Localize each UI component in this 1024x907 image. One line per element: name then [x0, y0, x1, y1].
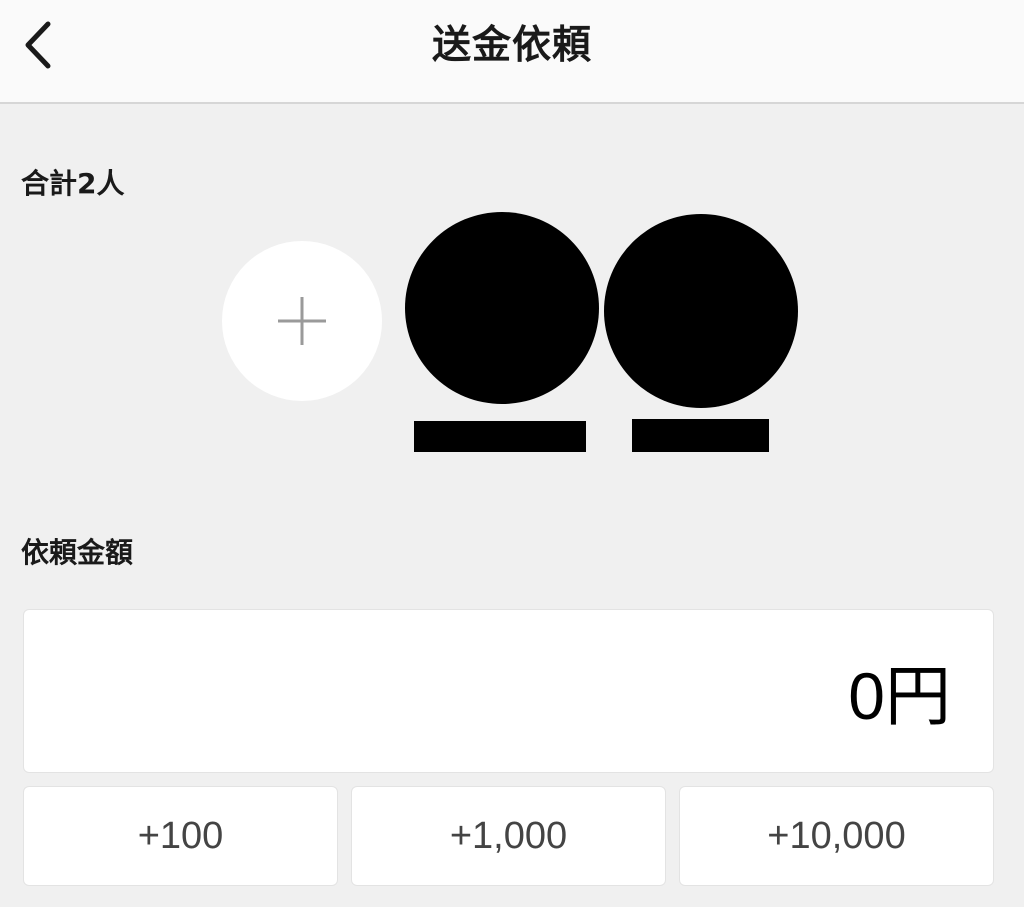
- member-name-redacted: [632, 419, 769, 452]
- add-member-button[interactable]: [222, 241, 382, 401]
- member-name-redacted: [414, 421, 586, 452]
- amount-value: 0円: [848, 659, 951, 733]
- page-title: 送金依頼: [431, 23, 592, 68]
- add-100-button[interactable]: +100: [23, 786, 338, 886]
- avatar[interactable]: [405, 212, 599, 404]
- amount-label: 依頼金額: [21, 536, 134, 569]
- amount-input[interactable]: 0円: [23, 609, 994, 773]
- member-count-label: 合計2人: [21, 167, 125, 200]
- add-1000-button[interactable]: +1,000: [351, 786, 666, 886]
- add-10000-button[interactable]: +10,000: [679, 786, 994, 886]
- header-bar: 送金依頼: [0, 0, 1024, 104]
- plus-icon: [278, 297, 326, 345]
- avatar[interactable]: [604, 214, 798, 408]
